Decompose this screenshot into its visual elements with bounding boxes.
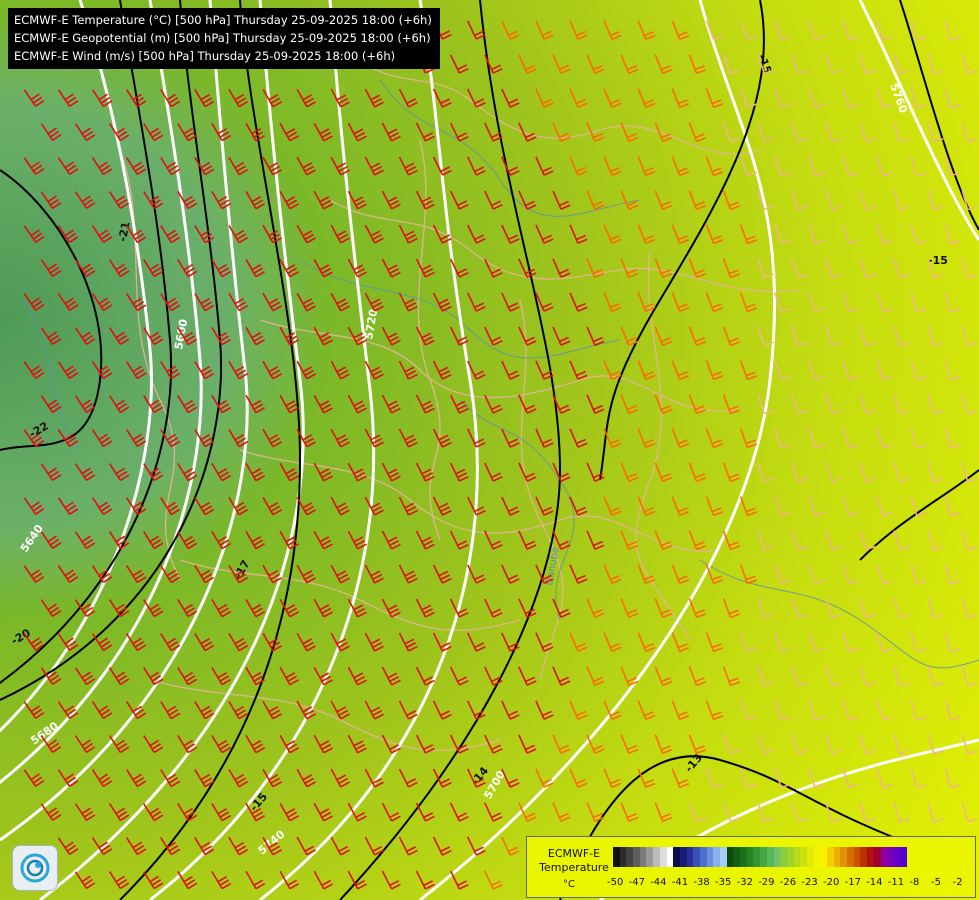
title-line-geopotential: ECMWF-E Geopotential (m) [500 hPa] Thurs… bbox=[14, 31, 431, 45]
legend-tick: -8 bbox=[909, 877, 920, 888]
map-title: ECMWF-E Temperature (°C) [500 hPa] Thurs… bbox=[8, 8, 440, 69]
ecmwf-logo bbox=[12, 845, 58, 891]
legend-tick: -35 bbox=[715, 877, 732, 888]
weather-map: 5760 5720 5680 5640 5600 5740 5700 -15 -… bbox=[0, 0, 979, 900]
legend-tick: -17 bbox=[844, 877, 861, 888]
legend-ticks: -50 -47 -44 -41 -38 -35 -32 -29 -26 -23 -20 -17 -14-… bbox=[607, 877, 977, 891]
legend-tick: -50 bbox=[607, 877, 624, 888]
legend-tick: -47 bbox=[628, 877, 645, 888]
legend-tick: -2 bbox=[952, 877, 963, 888]
temperature-legend: ECMWF-E Temperature °C -50 -47 -44 -41 -38 -3… bbox=[526, 836, 976, 898]
legend-tick: -5 bbox=[931, 877, 941, 888]
legend-tick: -38 bbox=[693, 877, 710, 888]
legend-subtitle: Temperature bbox=[539, 861, 609, 874]
title-line-wind: ECMWF-E Wind (m/s) [500 hPa] Thursday 25… bbox=[14, 49, 396, 63]
title-line-temperature: ECMWF-E Temperature (°C) [500 hPa] Thurs… bbox=[14, 13, 432, 27]
legend-title: ECMWF-E bbox=[547, 847, 601, 860]
legend-tick: -44 bbox=[650, 877, 667, 888]
legend-tick: -23 bbox=[801, 877, 818, 888]
legend-tick: -11 bbox=[887, 877, 905, 888]
legend-unit: °C bbox=[563, 879, 575, 890]
legend-tick: -41 bbox=[671, 877, 689, 888]
legend-tick: -29 bbox=[758, 877, 775, 888]
legend-tick: -14 bbox=[866, 877, 883, 888]
legend-tick: -20 bbox=[823, 877, 840, 888]
legend-tick: -26 bbox=[779, 877, 797, 888]
legend-tick: -32 bbox=[736, 877, 753, 888]
legend-colorbar bbox=[613, 847, 908, 867]
